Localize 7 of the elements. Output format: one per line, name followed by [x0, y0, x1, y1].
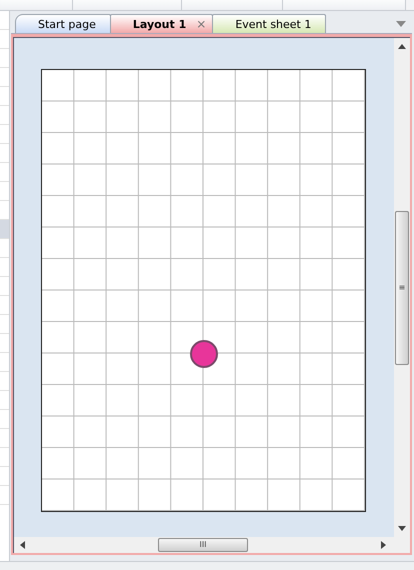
scrollbar-thumb[interactable]: ≡	[395, 210, 409, 364]
scrollbar-thumb[interactable]: III	[158, 538, 248, 552]
document-tab[interactable]: Event sheet 1	[212, 14, 326, 33]
document-tab[interactable]: Layout 1 ×	[110, 14, 214, 33]
vertical-scrollbar[interactable]: ≡	[394, 38, 410, 537]
document-tab[interactable]: Start page	[15, 14, 111, 33]
horizontal-scrollbar[interactable]: III	[13, 537, 410, 553]
